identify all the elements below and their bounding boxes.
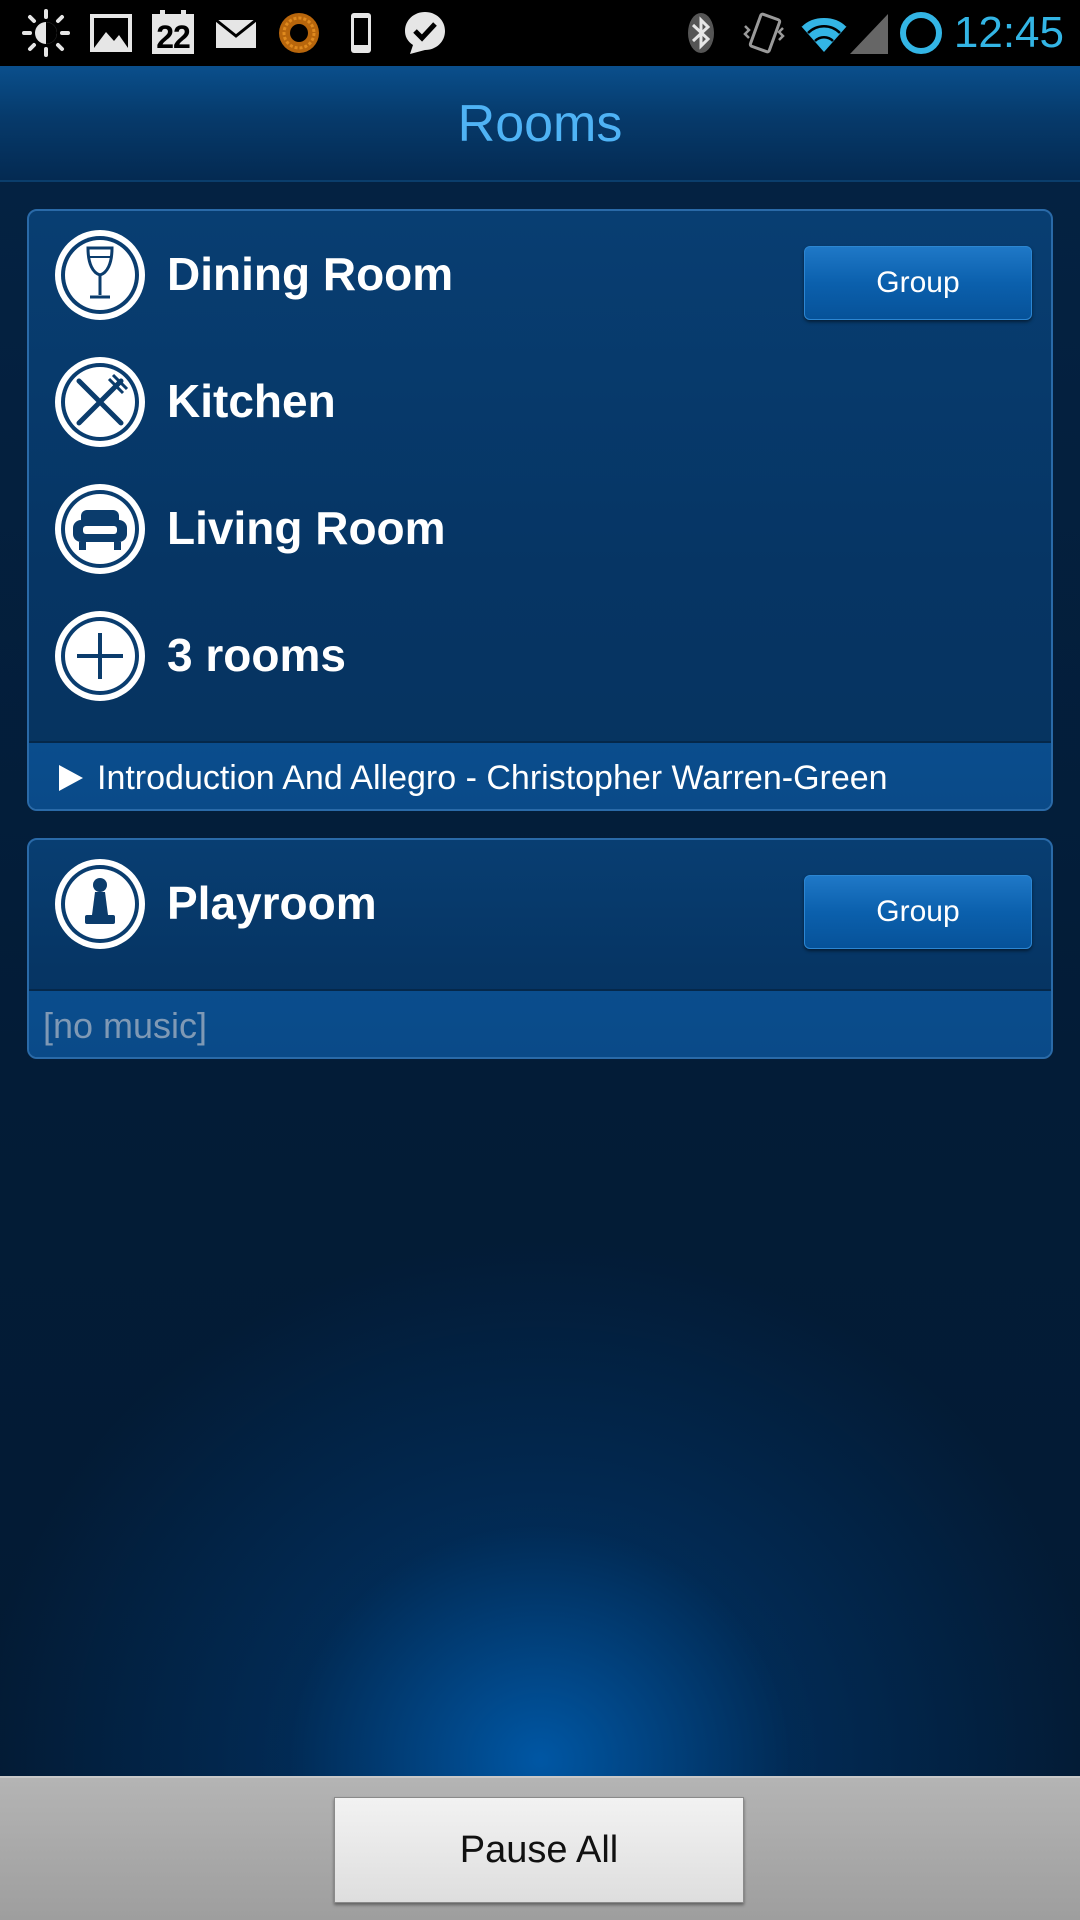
calendar-icon: 22 [148, 8, 198, 58]
chess-pawn-icon [55, 859, 145, 949]
room-name: 3 rooms [167, 629, 346, 681]
room-group-card[interactable]: Dining Room Group Kitchen Living Room 3 … [27, 209, 1053, 811]
wine-glass-icon [55, 230, 145, 320]
pause-all-button[interactable]: Pause All [334, 1797, 744, 1903]
room-name: Living Room [167, 502, 446, 554]
sync-ring-icon [896, 8, 946, 58]
now-playing-track: Introduction And Allegro - Christopher W… [97, 759, 888, 797]
play-icon [57, 763, 85, 793]
brightness-icon [21, 8, 71, 58]
vibrate-icon [739, 8, 789, 58]
status-time: 12:45 [953, 8, 1064, 57]
now-playing-bar[interactable]: [no music] [29, 989, 1051, 1057]
now-playing-empty: [no music] [43, 1005, 208, 1046]
group-button[interactable]: Group [804, 875, 1032, 949]
room-name: Playroom [167, 877, 377, 929]
room-row-dining-room[interactable]: Dining Room Group [29, 211, 1051, 338]
room-group-card[interactable]: Playroom Group [no music] [27, 838, 1053, 1059]
wifi-icon [799, 8, 849, 58]
now-playing-bar[interactable]: Introduction And Allegro - Christopher W… [29, 741, 1051, 809]
sun-widget-icon [274, 8, 324, 58]
room-name: Dining Room [167, 248, 454, 300]
page-title: Rooms [457, 95, 623, 153]
gallery-icon [86, 8, 136, 58]
check-bubble-icon [400, 8, 450, 58]
room-row-living-room[interactable]: Living Room [29, 465, 1051, 592]
sofa-icon [55, 484, 145, 574]
app-header: Rooms [0, 66, 1080, 182]
room-row-3-rooms[interactable]: 3 rooms [29, 592, 1051, 719]
app-screen: 22 12:45 Rooms Dining Room Group Kitchen… [0, 0, 1080, 1920]
phone-icon [336, 8, 386, 58]
signal-icon [846, 8, 896, 58]
plus-icon [55, 611, 145, 701]
room-row-kitchen[interactable]: Kitchen [29, 338, 1051, 465]
bluetooth-icon [676, 8, 726, 58]
group-button[interactable]: Group [804, 246, 1032, 320]
email-icon [211, 8, 261, 58]
fork-knife-icon [55, 357, 145, 447]
room-name: Kitchen [167, 375, 336, 427]
bottom-bar: Pause All [0, 1776, 1080, 1920]
calendar-day-text: 22 [156, 19, 191, 55]
room-row-playroom[interactable]: Playroom Group [29, 840, 1051, 967]
status-bar: 22 12:45 [0, 0, 1080, 66]
